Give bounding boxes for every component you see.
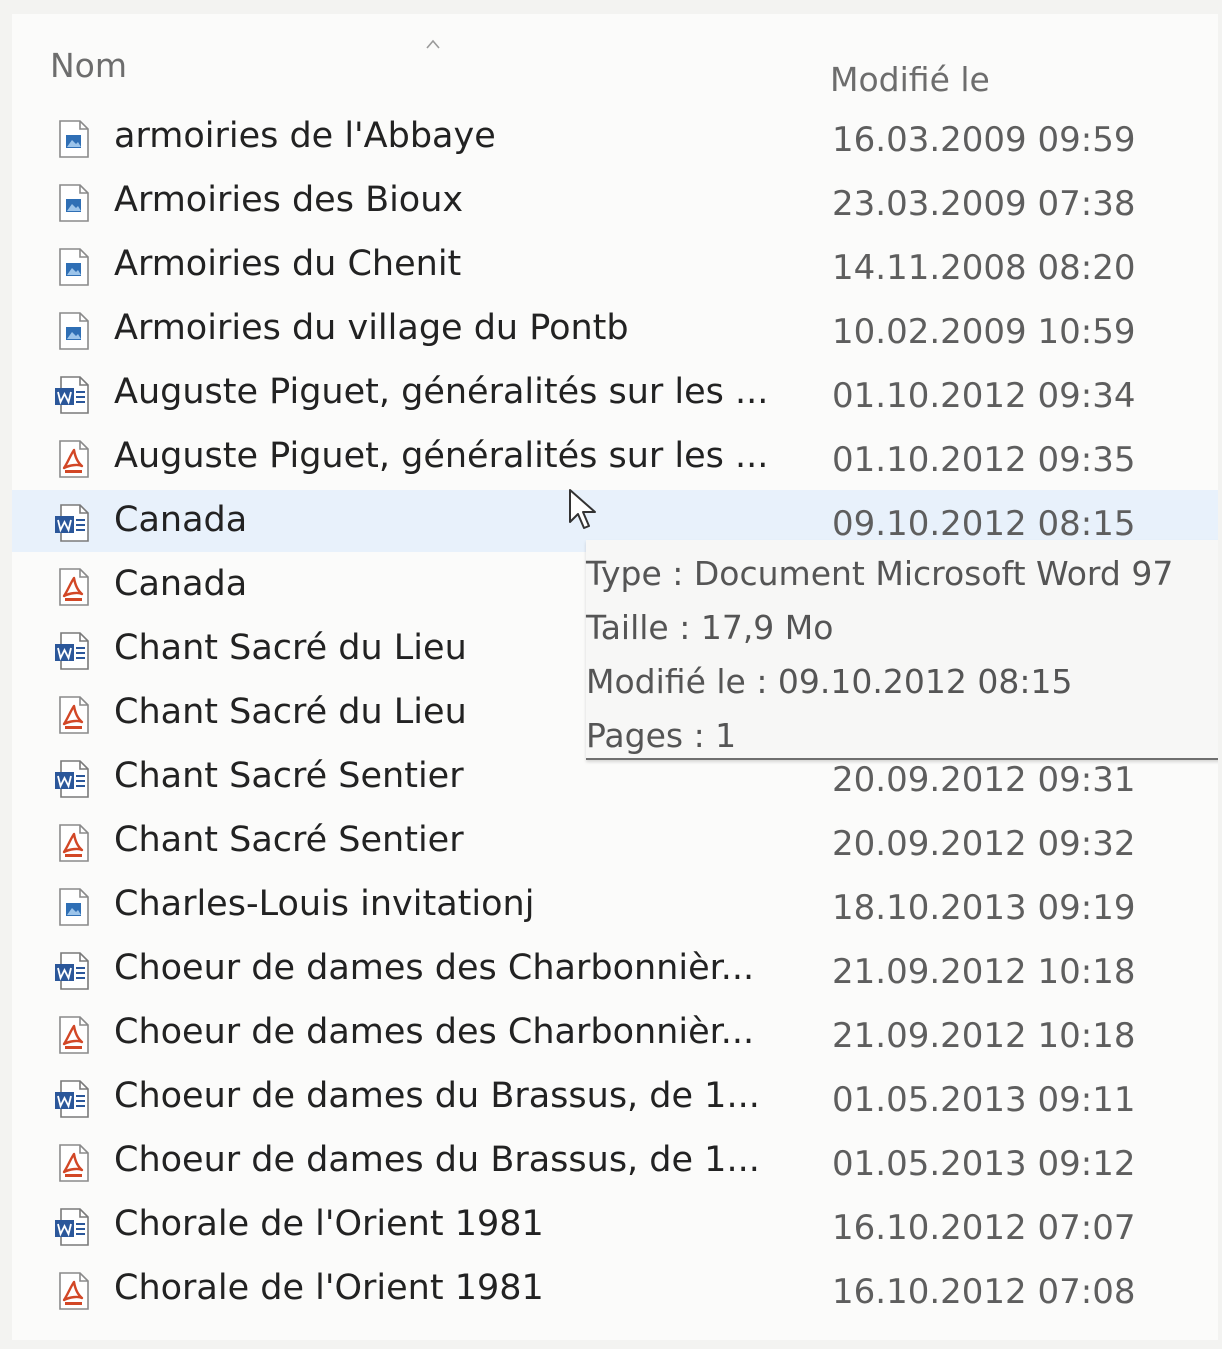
word-file-icon	[52, 1206, 94, 1248]
file-info-tooltip: Type : Document Microsoft Word 97 Taille…	[586, 540, 1218, 760]
file-modified-date: 16.10.2012 07:08	[832, 1272, 1136, 1312]
file-name: Canada	[114, 564, 248, 604]
image-file-icon	[52, 182, 94, 224]
file-modified-date: 10.02.2009 10:59	[832, 312, 1136, 352]
file-name: Canada	[114, 500, 248, 540]
file-row[interactable]: Chorale de l'Orient 1981 16.10.2012 07:08	[12, 1258, 1218, 1320]
file-name: Chant Sacré du Lieu	[114, 628, 467, 668]
image-file-icon	[52, 118, 94, 160]
file-modified-date: 14.11.2008 08:20	[832, 248, 1136, 288]
pdf-file-icon	[52, 1014, 94, 1056]
file-row[interactable]: Charles-Louis invitationj 18.10.2013 09:1…	[12, 874, 1218, 936]
file-modified-date: 21.09.2012 10:18	[832, 952, 1136, 992]
file-row[interactable]: Armoiries des Bioux 23.03.2009 07:38	[12, 170, 1218, 232]
word-file-icon	[52, 758, 94, 800]
image-file-icon	[52, 246, 94, 288]
file-name: Choeur de dames du Brassus, de 1...	[114, 1076, 760, 1116]
file-explorer-list: Nom Modifié le armoiries de l'Abbaye 16.0…	[12, 14, 1218, 1340]
file-row[interactable]: Armoiries du village du Pontb 10.02.2009 …	[12, 298, 1218, 360]
file-name: Choeur de dames des Charbonnièr...	[114, 1012, 755, 1052]
tooltip-pages: Pages : 1	[586, 716, 737, 755]
pdf-file-icon	[52, 694, 94, 736]
file-modified-date: 21.09.2012 10:18	[832, 1016, 1136, 1056]
file-name: Chant Sacré du Lieu	[114, 692, 467, 732]
word-file-icon	[52, 630, 94, 672]
mouse-cursor-icon	[569, 489, 596, 529]
file-name: Armoiries des Bioux	[114, 180, 464, 220]
tooltip-modified: Modifié le : 09.10.2012 08:15	[586, 662, 1073, 701]
pdf-file-icon	[52, 1142, 94, 1184]
pdf-file-icon	[52, 1270, 94, 1312]
word-file-icon	[52, 950, 94, 992]
file-modified-date: 16.03.2009 09:59	[832, 120, 1136, 160]
file-name: Armoiries du Chenit	[114, 244, 462, 284]
file-row[interactable]: Choeur de dames du Brassus, de 1... 01.05…	[12, 1066, 1218, 1128]
file-row[interactable]: Choeur de dames des Charbonnièr... 21.09.…	[12, 1002, 1218, 1064]
file-modified-date: 01.05.2013 09:12	[832, 1144, 1136, 1184]
file-row[interactable]: Choeur de dames du Brassus, de 1... 01.05…	[12, 1130, 1218, 1192]
file-modified-date: 01.10.2012 09:34	[832, 376, 1136, 416]
file-name: armoiries de l'Abbaye	[114, 116, 496, 156]
word-file-icon	[52, 374, 94, 416]
word-file-icon	[52, 502, 94, 544]
file-name: Choeur de dames du Brassus, de 1...	[114, 1140, 760, 1180]
file-name: Charles-Louis invitationj	[114, 884, 535, 924]
file-modified-date: 01.10.2012 09:35	[832, 440, 1136, 480]
tooltip-size: Taille : 17,9 Mo	[586, 608, 834, 647]
file-modified-date: 16.10.2012 07:07	[832, 1208, 1136, 1248]
file-name: Chorale de l'Orient 1981	[114, 1204, 544, 1244]
file-name: Chant Sacré Sentier	[114, 820, 464, 860]
file-name: Chorale de l'Orient 1981	[114, 1268, 544, 1308]
image-file-icon	[52, 886, 94, 928]
column-header-name[interactable]: Nom	[50, 46, 127, 85]
file-modified-date: 20.09.2012 09:32	[832, 824, 1136, 864]
file-modified-date: 09.10.2012 08:15	[832, 504, 1136, 544]
pdf-file-icon	[52, 566, 94, 608]
sort-ascending-icon[interactable]	[426, 38, 440, 52]
file-row[interactable]: Auguste Piguet, généralités sur les ... 0…	[12, 426, 1218, 488]
file-row[interactable]: Chant Sacré Sentier 20.09.2012 09:32	[12, 810, 1218, 872]
file-modified-date: 18.10.2013 09:19	[832, 888, 1136, 928]
tooltip-type: Type : Document Microsoft Word 97	[586, 554, 1174, 593]
file-name: Auguste Piguet, généralités sur les ...	[114, 436, 769, 476]
file-row[interactable]: armoiries de l'Abbaye 16.03.2009 09:59	[12, 106, 1218, 168]
image-file-icon	[52, 310, 94, 352]
file-modified-date: 20.09.2012 09:31	[832, 760, 1136, 800]
file-name: Armoiries du village du Pontb	[114, 308, 629, 348]
file-row[interactable]: Armoiries du Chenit 14.11.2008 08:20	[12, 234, 1218, 296]
pdf-file-icon	[52, 438, 94, 480]
column-header-modified[interactable]: Modifié le	[830, 60, 990, 99]
file-name: Choeur de dames des Charbonnièr...	[114, 948, 755, 988]
file-name: Chant Sacré Sentier	[114, 756, 464, 796]
file-modified-date: 01.05.2013 09:11	[832, 1080, 1136, 1120]
word-file-icon	[52, 1078, 94, 1120]
file-modified-date: 23.03.2009 07:38	[832, 184, 1136, 224]
pdf-file-icon	[52, 822, 94, 864]
file-row[interactable]: Choeur de dames des Charbonnièr... 21.09.…	[12, 938, 1218, 1000]
file-row[interactable]: Auguste Piguet, généralités sur les ... 0…	[12, 362, 1218, 424]
file-name: Auguste Piguet, généralités sur les ...	[114, 372, 769, 412]
file-row[interactable]: Chorale de l'Orient 1981 16.10.2012 07:07	[12, 1194, 1218, 1256]
